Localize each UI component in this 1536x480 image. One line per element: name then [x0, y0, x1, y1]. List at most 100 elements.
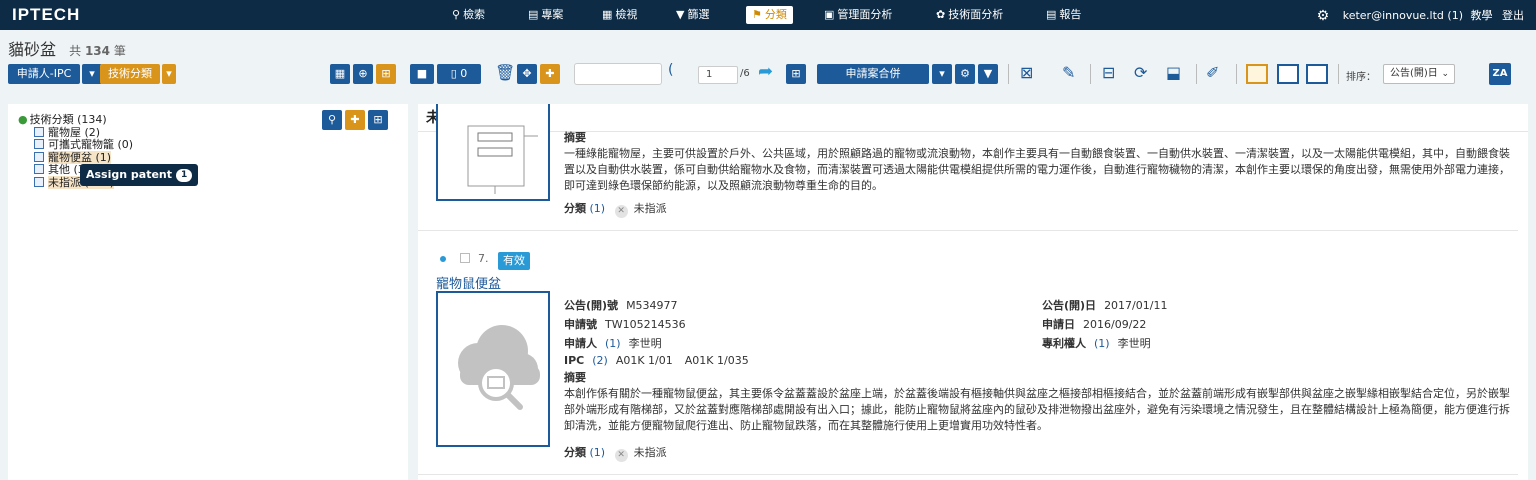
trash-icon[interactable]: 🗑: [495, 63, 515, 82]
excel-import-icon[interactable]: ⊠: [1020, 63, 1033, 82]
classification-row: 分類 (1) ✕未指派: [564, 200, 667, 218]
app-no-row: 申請號TW105214536: [564, 316, 686, 332]
divider: [1090, 64, 1091, 84]
chevron-down-icon: ⌄: [1441, 65, 1449, 83]
excel-export-icon[interactable]: ⊟: [1102, 63, 1115, 82]
applicant-row: 申請人(1)李世明: [564, 335, 662, 351]
view-grid-icon[interactable]: [1306, 64, 1328, 84]
ipc-row: IPC(2)A01K 1/01A01K 1/035: [564, 354, 749, 367]
edit-tag-icon[interactable]: ✎: [1062, 63, 1075, 82]
grid-select-icon[interactable]: ▦: [330, 64, 350, 84]
download-box-icon[interactable]: ⬓: [1166, 63, 1181, 82]
app-date-row: 申請日2016/09/22: [1042, 316, 1146, 332]
merge-applications-button[interactable]: 申請案合併: [817, 64, 929, 84]
applicant-ipc-dropdown[interactable]: ▾: [82, 64, 102, 84]
status-dot-icon: [440, 256, 446, 262]
divider: [1338, 64, 1339, 84]
divider: [1196, 64, 1197, 84]
divider: [418, 474, 1518, 475]
close-icon[interactable]: ✕: [615, 449, 628, 462]
settings-circle-icon[interactable]: ⊕: [353, 64, 373, 84]
document-icon: [34, 164, 44, 174]
tech-class-button[interactable]: 技術分類: [100, 64, 160, 84]
gear-icon[interactable]: ⚙: [955, 64, 975, 84]
user-area: ⚙ keter@innovue.ltd (1) 教學 登出: [1317, 7, 1524, 24]
user-email[interactable]: keter@innovue.ltd (1): [1343, 9, 1463, 22]
document-icon: [34, 139, 44, 149]
sort-select[interactable]: 公告(開)日⌄: [1383, 64, 1455, 84]
patent-list-panel: 未指派 (115) 摘要 一種綠能寵物屋，主要可供設置於戶外、公共區域，用於照顧…: [418, 104, 1528, 480]
divider: [418, 230, 1518, 231]
list-icon: ▦: [602, 8, 612, 21]
owner-row: 專利權人(1)李世明: [1042, 335, 1151, 351]
move-icon[interactable]: ✚: [540, 64, 560, 84]
applicant-ipc-button[interactable]: 申請人-IPC: [8, 64, 80, 84]
patent-thumbnail[interactable]: [436, 104, 550, 201]
select-checkbox[interactable]: [460, 253, 470, 263]
view-split-icon[interactable]: [1246, 64, 1268, 84]
gear-icon[interactable]: ⚙: [1317, 8, 1330, 24]
nav-management-analysis[interactable]: ▣管理面分析: [824, 6, 892, 24]
checkbox-toggle-icon[interactable]: ■: [410, 64, 434, 84]
selected-count-button[interactable]: ▯ 0: [437, 64, 481, 84]
nav-view[interactable]: ▦檢視: [602, 6, 637, 24]
sort-order-button[interactable]: ZA: [1489, 63, 1511, 85]
add-node-icon[interactable]: ⊞: [368, 110, 388, 130]
abstract: 摘要 一種綠能寵物屋，主要可供設置於戶外、公共區域，用於照顧路過的寵物或流浪動物…: [564, 130, 1514, 194]
nav-project[interactable]: ▤專案: [528, 6, 563, 24]
chart-icon: ▣: [824, 8, 834, 21]
zoom-search-icon[interactable]: ⚲: [322, 110, 342, 130]
image-placeholder-icon: [438, 293, 548, 445]
page-title: 貓砂盆 共 134 筆: [8, 36, 126, 60]
share-icon[interactable]: ⟳: [1134, 63, 1147, 82]
abstract: 摘要 本創作係有關於一種寵物鼠便盆，其主要係令盆蓋蓋設於盆座上端，於盆蓋後端設有…: [564, 370, 1514, 434]
divider: [1236, 64, 1237, 84]
assign-patent-tooltip: Assign patent1: [80, 164, 198, 186]
search-input[interactable]: [574, 63, 662, 85]
close-icon[interactable]: ✕: [615, 205, 628, 218]
classification-sidebar: ●技術分類 (134) 寵物屋 (2) 可攜式寵物籠 (0) 寵物便盆 (1) …: [8, 104, 408, 480]
row-index: 7.: [478, 252, 489, 265]
funnel-icon[interactable]: ▼: [978, 64, 998, 84]
page-input[interactable]: 1: [698, 66, 738, 84]
pub-no-row: 公告(開)號M534977: [564, 297, 678, 313]
nav-search[interactable]: ⚲檢索: [452, 6, 485, 24]
nav-tech-analysis[interactable]: ✿技術面分析: [936, 6, 1003, 24]
pencil-icon[interactable]: ✐: [1206, 63, 1219, 82]
status-badge: 有效: [498, 252, 530, 270]
folder-icon: ▤: [528, 8, 538, 21]
top-navbar: IPTECH ⚲檢索 ▤專案 ▦檢視 ▼篩選 ⚑分類 ▣管理面分析 ✿技術面分析…: [0, 0, 1536, 30]
view-list-icon[interactable]: [1277, 64, 1299, 84]
page-total: /6: [740, 68, 750, 79]
share-arrow-icon[interactable]: ➦: [758, 61, 773, 82]
app-logo[interactable]: IPTECH: [12, 5, 80, 25]
filter-table-icon[interactable]: ⊞: [786, 64, 806, 84]
prev-page-icon[interactable]: (: [668, 62, 673, 78]
nav-classify[interactable]: ⚑分類: [746, 6, 793, 24]
patent-drawing-icon: [438, 104, 548, 199]
merge-dropdown[interactable]: ▾: [932, 64, 952, 84]
tech-class-dropdown[interactable]: ▾: [162, 64, 176, 84]
nav-report[interactable]: ▤報告: [1046, 6, 1081, 24]
patent-thumbnail[interactable]: [436, 291, 550, 447]
move-icon[interactable]: ✚: [345, 110, 365, 130]
globe-icon: ●: [18, 113, 28, 126]
document-icon: [34, 152, 44, 162]
search-icon: ⚲: [452, 8, 460, 21]
sort-label: 排序：: [1346, 68, 1376, 83]
document-icon: [34, 127, 44, 137]
tree-item[interactable]: 可攜式寵物籠 (0): [18, 139, 133, 152]
tree-structure-icon[interactable]: ⊞: [376, 64, 396, 84]
document-icon: [34, 177, 44, 187]
move-node-icon[interactable]: ✥: [517, 64, 537, 84]
tech-icon: ✿: [936, 8, 945, 21]
tutorial-link[interactable]: 教學: [1471, 9, 1493, 22]
report-icon: ▤: [1046, 8, 1056, 21]
logout-link[interactable]: 登出: [1502, 9, 1524, 22]
patent-title[interactable]: 寵物鼠便盆: [436, 273, 501, 292]
classification-row: 分類 (1) ✕未指派: [564, 444, 667, 462]
result-count: 共 134 筆: [69, 44, 126, 58]
list-heading: 未指派 (115): [418, 104, 1528, 132]
nav-filter[interactable]: ▼篩選: [676, 6, 709, 24]
pub-date-row: 公告(開)日2017/01/11: [1042, 297, 1167, 313]
